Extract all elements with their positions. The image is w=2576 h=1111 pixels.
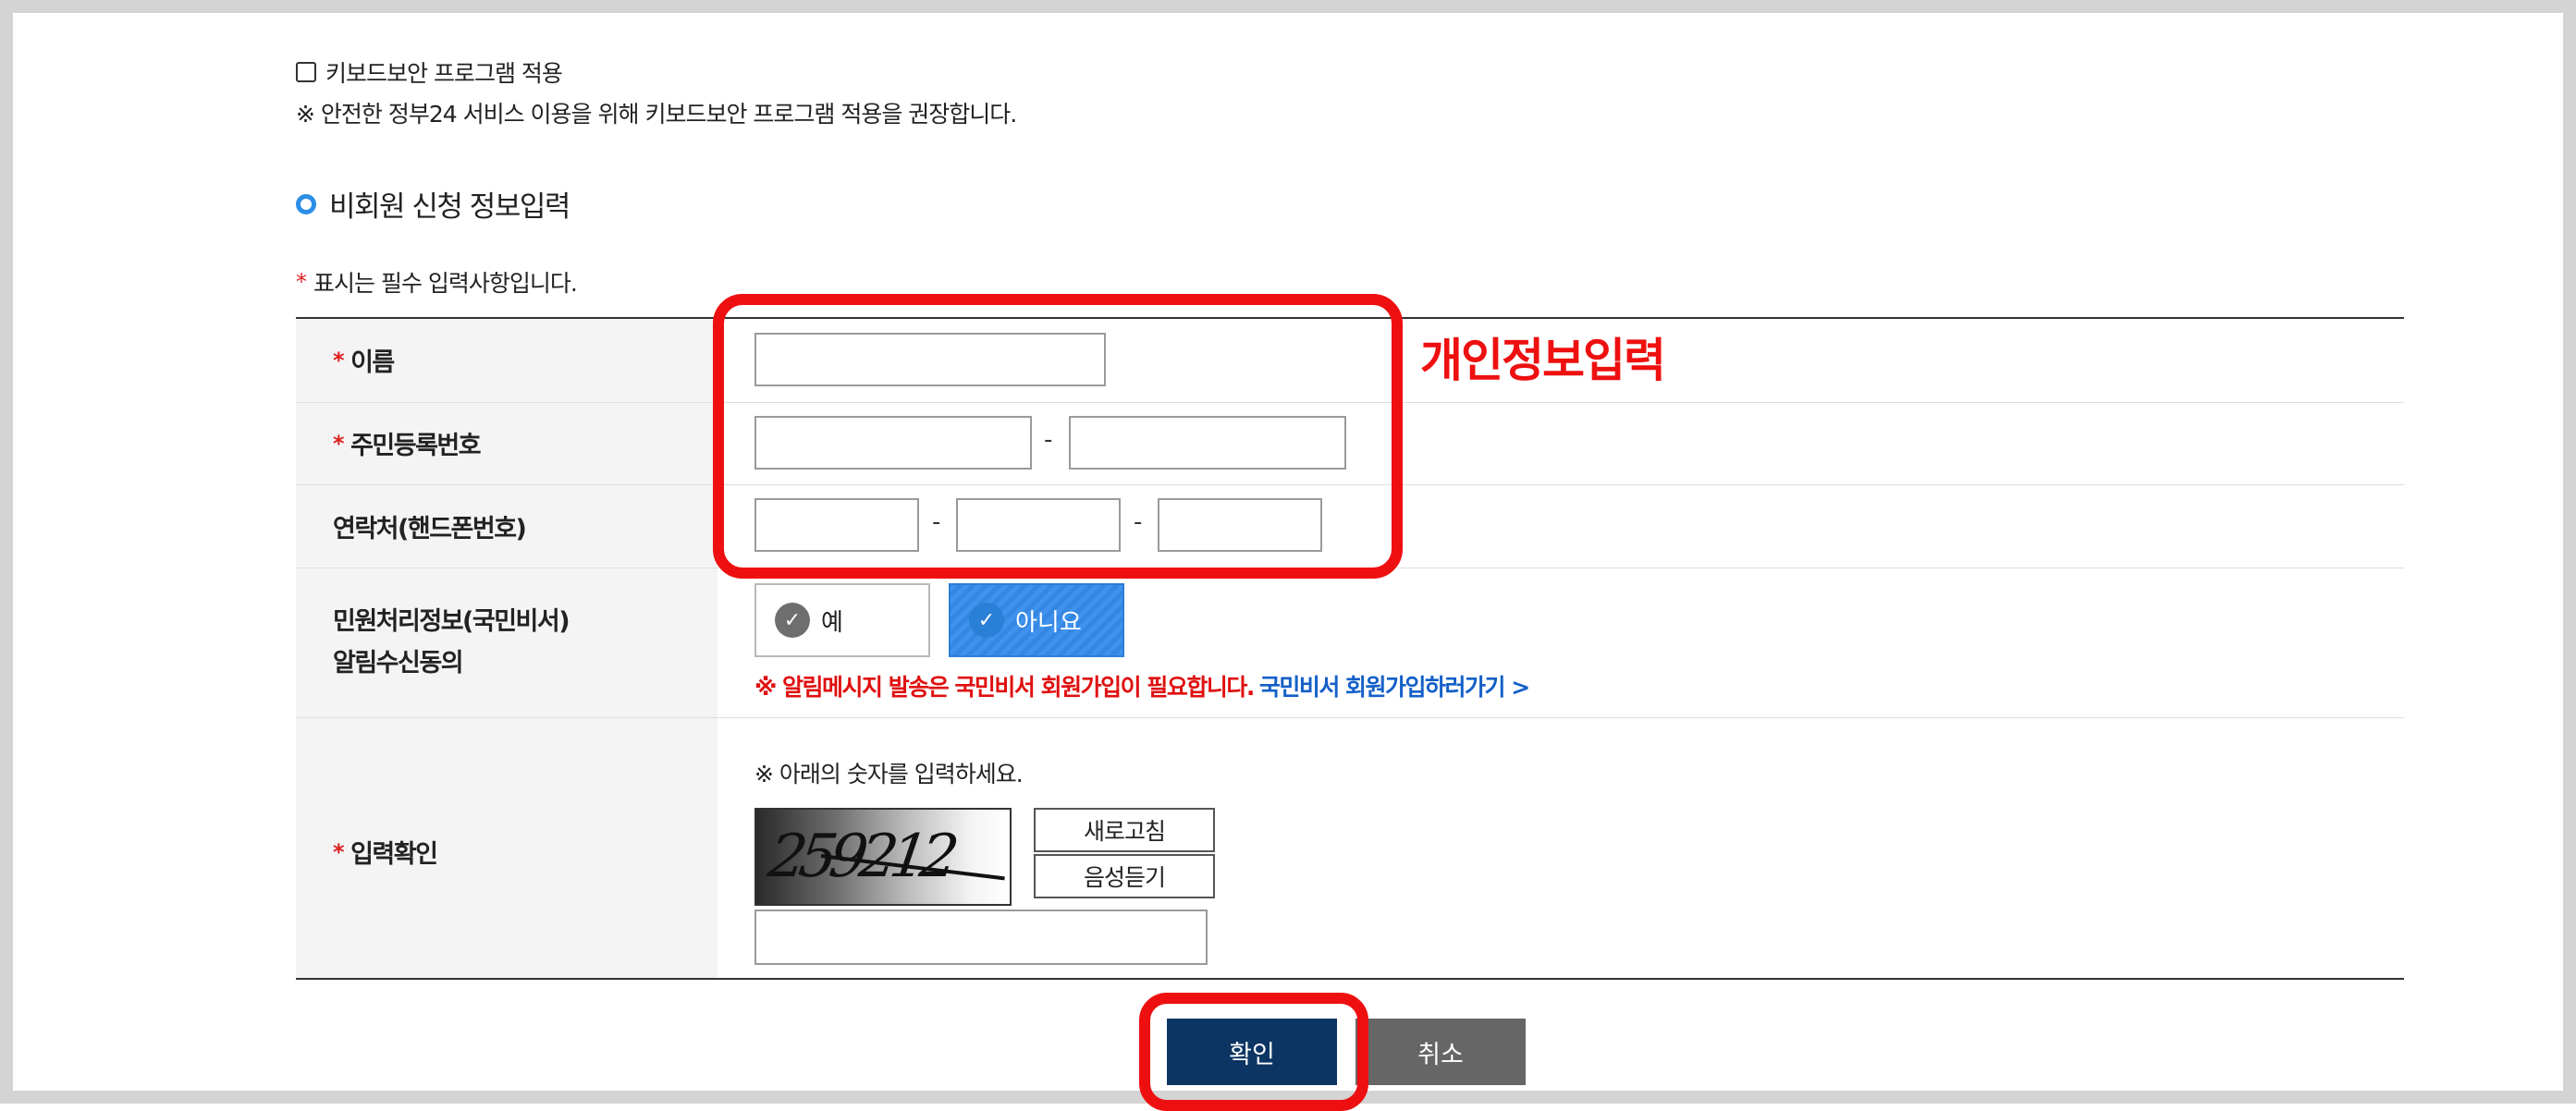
phone-part2-input[interactable]	[956, 498, 1121, 552]
captcha-input[interactable]	[754, 910, 1208, 965]
keyboard-security-label: 키보드보안 프로그램 적용	[325, 60, 563, 87]
consent-no-button[interactable]: ✓ 아니요	[949, 583, 1124, 657]
personal-info-annotation: 개인정보입력	[1420, 334, 1666, 387]
consent-alert-text: ※ 알림메시지 발송은 국민비서 회원가입이 필요합니다.	[754, 674, 1255, 701]
rrn-label: * 주민등록번호	[333, 430, 482, 461]
captcha-audio-button[interactable]: 음성듣기	[1034, 854, 1215, 898]
required-asterisk-icon: *	[333, 838, 345, 865]
confirm-button[interactable]: 확인	[1167, 1019, 1337, 1085]
required-note: * 표시는 필수 입력사항입니다.	[296, 265, 578, 299]
phone-part3-input[interactable]	[1158, 498, 1322, 552]
check-icon: ✓	[969, 603, 1004, 638]
required-asterisk-icon: *	[333, 347, 345, 373]
security-notice: ※ 안전한 정부24 서비스 이용을 위해 키보드보안 프로그램 적용을 권장합…	[296, 101, 1017, 128]
check-icon: ✓	[775, 603, 810, 638]
required-note-text: 표시는 필수 입력사항입니다.	[313, 270, 578, 297]
required-asterisk-icon: *	[296, 269, 307, 295]
signup-link[interactable]: 국민비서 회원가입하러가기 >	[1259, 669, 1530, 702]
required-asterisk-icon: *	[333, 430, 345, 457]
keyboard-security-checkbox[interactable]	[296, 62, 316, 82]
captcha-label: * 입력확인	[333, 838, 438, 870]
name-input[interactable]	[754, 333, 1106, 386]
consent-label: 민원처리정보(국민비서) 알림수신동의	[333, 607, 570, 678]
captcha-digits: 259212	[764, 823, 956, 891]
section-title: 비회원 신청 정보입력	[296, 183, 570, 225]
phone-dash: -	[1134, 508, 1143, 536]
captcha-image: 259212	[754, 808, 1012, 906]
cancel-button[interactable]: 취소	[1355, 1019, 1526, 1085]
keyboard-security-option[interactable]: 키보드보안 프로그램 적용	[296, 55, 563, 89]
captcha-note: ※ 아래의 숫자를 입력하세요.	[754, 761, 1024, 787]
table-bottom-border	[296, 978, 2404, 980]
phone-label: 연락처(핸드폰번호)	[333, 515, 527, 543]
captcha-refresh-button[interactable]: 새로고침	[1034, 808, 1215, 852]
phone-dash: -	[932, 508, 941, 536]
row-divider	[296, 717, 2404, 718]
section-title-text: 비회원 신청 정보입력	[329, 190, 570, 224]
phone-part1-input[interactable]	[754, 498, 919, 552]
rrn-front-input[interactable]	[754, 416, 1032, 470]
row-divider	[296, 402, 2404, 403]
consent-alert: ※ 알림메시지 발송은 국민비서 회원가입이 필요합니다. 국민비서 회원가입하…	[754, 669, 1530, 702]
bullet-circle-icon	[296, 193, 316, 214]
consent-yes-button[interactable]: ✓ 예	[754, 583, 930, 657]
row-divider	[296, 484, 2404, 485]
name-label: * 이름	[333, 347, 395, 378]
rrn-back-input[interactable]	[1069, 416, 1346, 470]
rrn-dash: -	[1044, 426, 1053, 454]
